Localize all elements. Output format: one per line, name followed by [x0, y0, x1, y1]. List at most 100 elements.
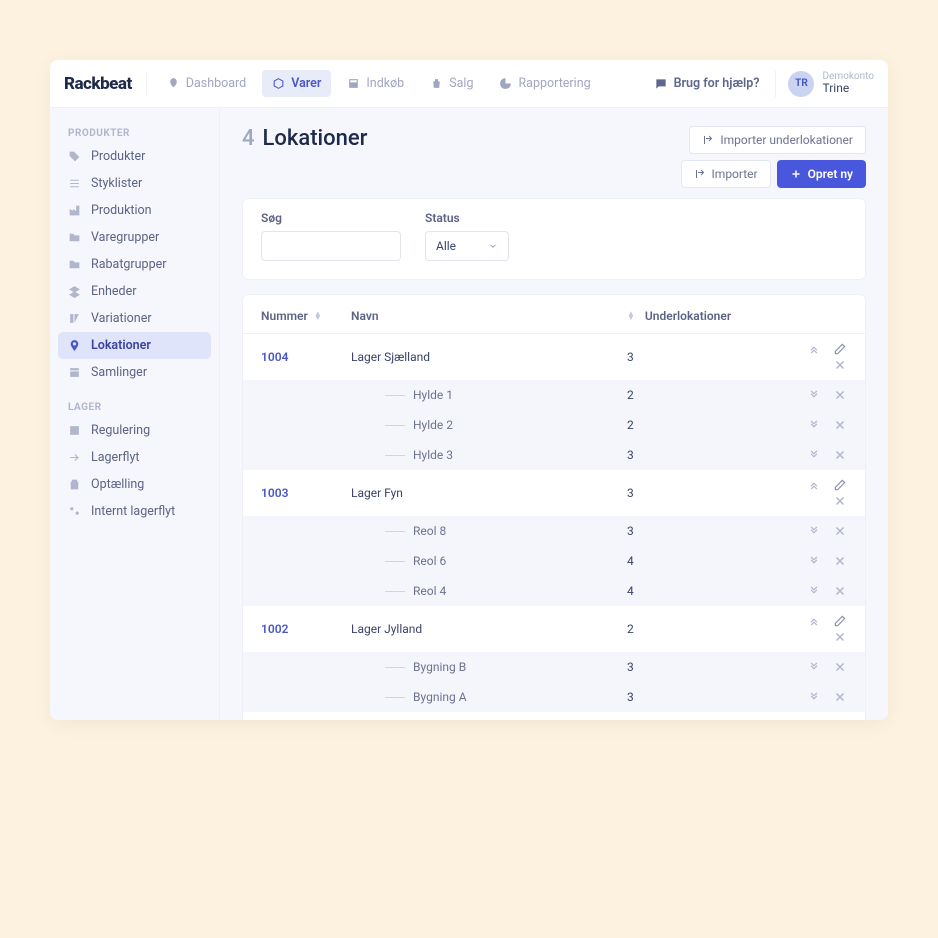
user-menu[interactable]: TR Demokonto Trine	[775, 71, 874, 97]
close-icon[interactable]	[833, 494, 847, 508]
row-number[interactable]: 1004	[261, 350, 351, 364]
sidebar-item-samlinger[interactable]: Samlinger	[58, 359, 211, 386]
row-number[interactable]: 1003	[261, 486, 351, 500]
sidebar-item-varegrupper[interactable]: Varegrupper	[58, 224, 211, 251]
close-icon[interactable]	[833, 660, 847, 674]
import-button[interactable]: Importer	[681, 160, 771, 188]
table-subrow[interactable]: Hylde 1 2	[243, 380, 865, 410]
collapse-icon[interactable]	[807, 478, 821, 492]
row-count: 3	[627, 524, 767, 538]
col-nummer[interactable]: Nummer▲▼	[261, 309, 351, 323]
close-icon[interactable]	[833, 358, 847, 372]
help-label: Brug for hjælp?	[674, 76, 760, 91]
nav-salg-label: Salg	[449, 76, 473, 91]
expand-icon[interactable]	[807, 584, 821, 598]
sidebar-item-regulering[interactable]: Regulering	[58, 417, 211, 444]
status-field: Status Alle	[425, 211, 509, 261]
status-label: Status	[425, 211, 509, 225]
edit-icon[interactable]	[833, 614, 847, 628]
sidebar-item-enheder[interactable]: Enheder	[58, 278, 211, 305]
edit-icon[interactable]	[833, 478, 847, 492]
filter-card: Søg Status Alle	[242, 198, 866, 280]
sidebar-item-produktion[interactable]: Produktion	[58, 197, 211, 224]
row-name: Hylde 3	[413, 448, 453, 462]
help-link[interactable]: Brug for hjælp?	[654, 76, 760, 91]
sidebar-item-lokationer[interactable]: Lokationer	[58, 332, 211, 359]
user-info: Demokonto Trine	[822, 71, 874, 96]
status-select[interactable]: Alle	[425, 231, 509, 261]
table-row[interactable]: 1001 HovedlagerStandard 0	[243, 712, 865, 720]
col-navn[interactable]: Navn	[351, 309, 627, 323]
table-subrow[interactable]: Hylde 2 2	[243, 410, 865, 440]
nav-dashboard[interactable]: Dashboard	[157, 70, 256, 97]
nav-salg[interactable]: Salg	[420, 70, 483, 97]
row-count: 3	[627, 486, 767, 500]
close-icon[interactable]	[833, 524, 847, 538]
row-name: Reol 8	[413, 524, 446, 538]
tree-line-icon	[385, 395, 405, 396]
close-icon[interactable]	[833, 554, 847, 568]
sidebar-item-produkter[interactable]: Produkter	[58, 143, 211, 170]
close-icon[interactable]	[833, 448, 847, 462]
table-row[interactable]: 1002 Lager Jylland 2	[243, 606, 865, 652]
nav-indkob[interactable]: Indkøb	[337, 70, 414, 97]
sidebar-item-label: Regulering	[91, 423, 150, 438]
factory-icon	[68, 204, 81, 217]
expand-icon[interactable]	[807, 690, 821, 704]
col-label: Underlokationer	[645, 309, 731, 323]
search-input[interactable]	[261, 231, 401, 261]
import-icon	[694, 168, 706, 180]
create-new-button[interactable]: Opret ny	[777, 160, 866, 188]
sidebar-item-internt-lagerflyt[interactable]: Internt lagerflyt	[58, 498, 211, 525]
expand-icon[interactable]	[807, 524, 821, 538]
collapse-icon[interactable]	[807, 342, 821, 356]
expand-icon[interactable]	[807, 448, 821, 462]
expand-icon[interactable]	[807, 660, 821, 674]
collapse-icon[interactable]	[807, 614, 821, 628]
collection-icon	[68, 366, 81, 379]
expand-icon[interactable]	[807, 388, 821, 402]
table-subrow[interactable]: Bygning A3	[243, 682, 865, 712]
topbar: Rackbeat Dashboard Varer Indkøb Salg Rap…	[50, 60, 888, 108]
sidebar-item-styklister[interactable]: Styklister	[58, 170, 211, 197]
row-name: Hylde 1	[413, 388, 453, 402]
nav-rapportering[interactable]: Rapportering	[489, 70, 600, 97]
table-subrow[interactable]: Reol 8 3	[243, 516, 865, 546]
button-label: Opret ny	[808, 167, 853, 181]
expand-icon[interactable]	[807, 554, 821, 568]
col-underlokationer[interactable]: ▲▼Underlokationer	[627, 309, 767, 323]
table-row[interactable]: 1003 Lager Fyn 3	[243, 470, 865, 516]
table-subrow[interactable]: Bygning B3	[243, 652, 865, 682]
import-sublocations-button[interactable]: Importer underlokationer	[689, 126, 866, 154]
button-label: Importer	[712, 167, 758, 181]
row-name: Lager Sjælland	[351, 350, 627, 364]
sidebar-item-optaelling[interactable]: Optælling	[58, 471, 211, 498]
row-count: 4	[627, 554, 767, 568]
sidebar-item-rabatgrupper[interactable]: Rabatgrupper	[58, 251, 211, 278]
nav-varer[interactable]: Varer	[262, 70, 331, 97]
pin-icon	[68, 339, 81, 352]
close-icon[interactable]	[833, 584, 847, 598]
inbox-icon	[347, 77, 360, 90]
row-name: Bygning A	[413, 690, 467, 704]
row-count: 2	[627, 418, 767, 432]
expand-icon[interactable]	[807, 418, 821, 432]
close-icon[interactable]	[833, 630, 847, 644]
row-number[interactable]: 1002	[261, 622, 351, 636]
edit-icon[interactable]	[833, 342, 847, 356]
table-subrow[interactable]: Hylde 3 3	[243, 440, 865, 470]
locations-table: Nummer▲▼ Navn ▲▼Underlokationer 1004 Lag…	[242, 294, 866, 720]
row-count: 2	[627, 388, 767, 402]
close-icon[interactable]	[833, 418, 847, 432]
arrow-right-icon	[68, 451, 81, 464]
table-subrow[interactable]: Reol 44	[243, 576, 865, 606]
row-count: 3	[627, 350, 767, 364]
bag-icon	[430, 77, 443, 90]
row-name: Bygning B	[413, 660, 466, 674]
close-icon[interactable]	[833, 388, 847, 402]
close-icon[interactable]	[833, 690, 847, 704]
sidebar-item-lagerflyt[interactable]: Lagerflyt	[58, 444, 211, 471]
table-subrow[interactable]: Reol 64	[243, 546, 865, 576]
table-row[interactable]: 1004 Lager Sjælland 3	[243, 334, 865, 380]
sidebar-item-variationer[interactable]: Variationer	[58, 305, 211, 332]
